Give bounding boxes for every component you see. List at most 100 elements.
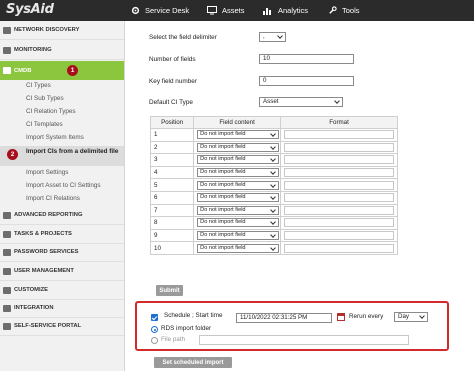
chevron-down-icon: [419, 313, 425, 319]
format-input[interactable]: [284, 205, 395, 215]
key-field-input[interactable]: 0: [259, 76, 354, 86]
nav-assets-label: Assets: [222, 6, 245, 15]
schedule-checkbox[interactable]: [151, 314, 158, 321]
sidebar-section-label: CMDB: [14, 67, 32, 74]
table-header-row: Position Field content Format: [149, 116, 398, 129]
file-path-label: File path: [161, 336, 186, 343]
field-content-select[interactable]: Do not import field: [197, 205, 280, 215]
format-input[interactable]: [284, 130, 395, 140]
key-field-label: Key field number: [149, 78, 197, 85]
delimiter-select[interactable]: ,: [259, 32, 286, 42]
wrench-icon: [329, 6, 337, 14]
format-input[interactable]: [284, 155, 395, 165]
format-input[interactable]: [284, 218, 395, 228]
nav-tools[interactable]: Tools: [328, 0, 360, 21]
chevron-down-icon: [334, 98, 340, 104]
chevron-down-icon: [270, 181, 276, 188]
file-path-input[interactable]: [199, 335, 409, 345]
chevron-down-icon: [270, 244, 276, 251]
chevron-down-icon: [270, 194, 276, 201]
chevron-down-icon: [270, 232, 276, 238]
nav-service-desk[interactable]: Service Desk: [131, 0, 189, 21]
bar-chart-icon: [263, 8, 271, 15]
sidebar-section-advanced-reporting[interactable]: ADVANCED REPORTING: [0, 206, 124, 225]
set-scheduled-import-button[interactable]: Set scheduled import: [154, 357, 232, 368]
sidebar-item-import-cis-delimited[interactable]: Import CIs from a delimited file: [0, 146, 124, 166]
format-input[interactable]: [284, 231, 395, 241]
format-input[interactable]: [284, 180, 395, 190]
field-content-select[interactable]: Do not import field: [197, 155, 280, 165]
sidebar-section-password-services[interactable]: PASSWORD SERVICES: [0, 243, 124, 262]
field-content-select[interactable]: Do not import field: [197, 243, 280, 253]
step-badge-1: 1: [67, 65, 78, 76]
row-position: 10: [149, 241, 195, 255]
sidebar-item-ci-templates[interactable]: CI Templates: [26, 121, 63, 128]
sidebar-item-import-asset-to-ci[interactable]: Import Asset to CI Settings: [26, 182, 101, 189]
sidebar-section-integration[interactable]: INTEGRATION: [0, 299, 124, 318]
tasks-icon: [3, 231, 11, 238]
sidebar-section-network-discovery[interactable]: NETWORK DISCOVERY: [0, 21, 124, 40]
submit-button[interactable]: Submit: [156, 285, 183, 296]
sidebar-section-user-management[interactable]: USER MANAGEMENT: [0, 262, 124, 281]
field-content-select[interactable]: Do not import field: [197, 231, 280, 241]
sidebar-section-customize[interactable]: CUSTOMIZE: [0, 281, 124, 300]
sysaid-logo[interactable]: SysAid: [6, 2, 54, 17]
field-content-select[interactable]: Do not import field: [197, 180, 280, 190]
row-position: 8: [149, 216, 195, 230]
row-position: 9: [149, 228, 195, 243]
chevron-down-icon: [270, 131, 276, 138]
format-input[interactable]: [284, 243, 395, 253]
sidebar-item-ci-types[interactable]: CI Types: [26, 82, 51, 89]
sidebar-item-import-ci-relations[interactable]: Import CI Relations: [26, 195, 80, 202]
file-path-radio[interactable]: [151, 337, 158, 344]
chevron-down-icon: [270, 144, 276, 150]
field-content-select[interactable]: Do not import field: [197, 142, 280, 152]
sidebar-item-ci-relation-types[interactable]: CI Relation Types: [26, 108, 76, 115]
field-content-select[interactable]: Do not import field: [197, 168, 280, 178]
field-content-select[interactable]: Do not import field: [197, 218, 280, 228]
sidebar-section-monitoring[interactable]: MONITORING: [0, 41, 124, 60]
field-content-value: Do not import field: [200, 194, 246, 201]
cog-icon: [131, 6, 140, 15]
field-content-select[interactable]: Do not import field: [197, 193, 280, 203]
field-content-select[interactable]: Do not import field: [197, 130, 280, 140]
nav-analytics[interactable]: Analytics: [263, 0, 308, 21]
step-badge-2: 2: [7, 149, 18, 160]
sidebar-item-import-system-items[interactable]: Import System Items: [26, 134, 84, 141]
sidebar-section-label: CUSTOMIZE: [14, 287, 49, 293]
field-content-value: Do not import field: [200, 143, 246, 150]
nav-assets[interactable]: Assets: [207, 0, 245, 21]
cmdb-icon: [3, 67, 11, 74]
sidebar-section-self-service-portal[interactable]: SELF-SERVICE PORTAL: [0, 317, 124, 336]
table-row: 9 Do not import field: [149, 228, 398, 243]
table-row: 7 Do not import field: [149, 203, 398, 218]
field-content-value: Do not import field: [200, 244, 246, 251]
field-content-value: Do not import field: [200, 169, 246, 176]
sidebar-item-ci-sub-types[interactable]: CI Sub Types: [26, 95, 64, 102]
rerun-select[interactable]: Day: [394, 312, 428, 322]
top-navigation-bar: SysAid Service Desk Assets Analytics Too…: [0, 0, 474, 21]
rerun-label: Rerun every: [349, 313, 384, 320]
format-input[interactable]: [284, 193, 395, 203]
format-input[interactable]: [284, 142, 395, 152]
rds-folder-radio[interactable]: [151, 326, 158, 333]
calendar-icon[interactable]: [337, 313, 345, 321]
header-field-content: Field content: [193, 116, 282, 129]
sidebar-item-import-settings[interactable]: Import Settings: [26, 169, 68, 176]
customize-icon: [3, 287, 11, 294]
portal-icon: [3, 323, 11, 330]
chevron-down-icon: [270, 156, 276, 163]
ci-type-select[interactable]: Asset: [259, 97, 343, 107]
sidebar-section-tasks-projects[interactable]: TASKS & PROJECTS: [0, 225, 124, 244]
field-content-value: Do not import field: [200, 232, 246, 239]
start-time-input[interactable]: 11/10/2022 02:31:25 PM: [236, 313, 332, 323]
user-icon: [3, 268, 11, 275]
monitor-icon: [207, 6, 217, 15]
num-fields-input[interactable]: 10: [259, 54, 354, 64]
table-row: 4 Do not import field: [149, 165, 398, 180]
ci-type-label: Default CI Type: [149, 99, 193, 106]
format-input[interactable]: [284, 168, 395, 178]
integration-icon: [3, 305, 11, 312]
sidebar-section-cmdb[interactable]: CMDB: [0, 61, 124, 80]
chevron-down-icon: [270, 169, 276, 175]
